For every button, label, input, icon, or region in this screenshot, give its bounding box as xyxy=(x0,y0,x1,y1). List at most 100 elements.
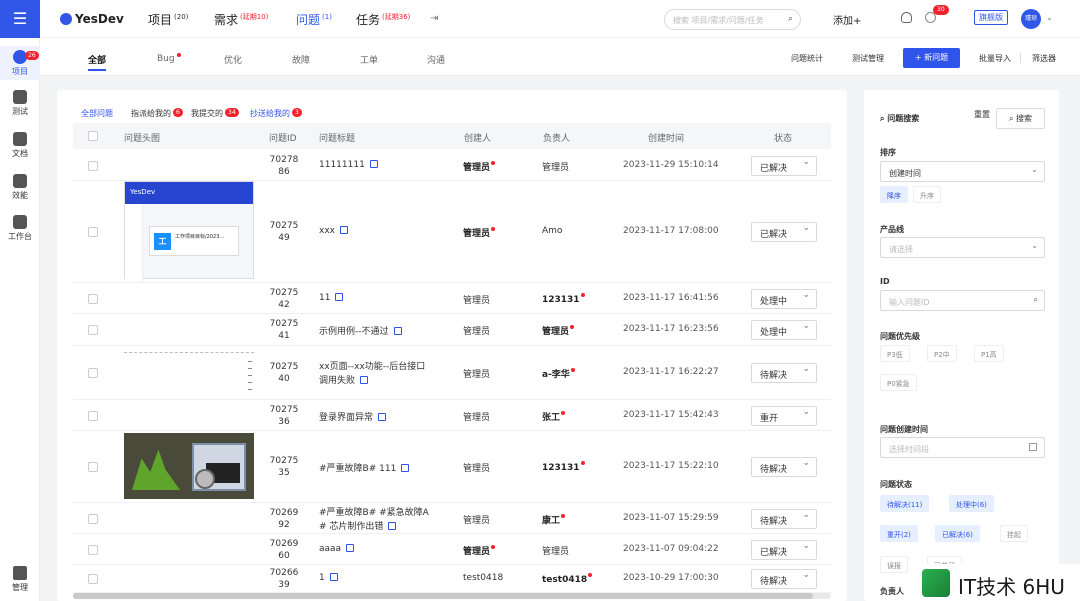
issue-title[interactable]: aaaa xyxy=(319,544,355,554)
avatar[interactable]: 瑾琼 xyxy=(1021,9,1041,29)
table-row[interactable]: 70269 92 #严重故障B# #紧急故障A # 芯片制作出错 管理员 康工 2023-1… xyxy=(73,503,831,534)
issue-title[interactable]: 登录界面异常 xyxy=(319,410,387,423)
select-all-checkbox[interactable] xyxy=(88,131,98,141)
table-row[interactable]: 70275 42 11 管理员 123131 2023-11-17 16:41:56 处理中 xyxy=(73,283,831,314)
status-select[interactable]: 待解决 xyxy=(751,457,817,477)
row-checkbox[interactable] xyxy=(88,411,98,421)
table-row[interactable]: 70275 36 登录界面异常 管理员 张工 2023-11-17 15:42:43 重开 xyxy=(73,400,831,431)
issue-title[interactable]: 11 xyxy=(319,293,344,303)
state-reopened-chip[interactable]: 重开(2) xyxy=(880,525,918,542)
issue-title[interactable]: 1 xyxy=(319,573,338,583)
reset-button[interactable]: 重置 xyxy=(974,109,990,120)
issue-stats-link[interactable]: 问题统计 xyxy=(791,53,823,64)
calendar-icon[interactable] xyxy=(335,293,344,301)
bulk-import-link[interactable]: 批量导入 xyxy=(979,53,1011,64)
priority-p3-chip[interactable]: P3低 xyxy=(880,345,910,362)
filter-cc[interactable]: 抄送给我的 3 xyxy=(250,108,302,119)
add-button[interactable]: 添加+ xyxy=(833,12,861,27)
table-row[interactable]: 70269 60 aaaa 管理员 管理员 2023-11-07 09:04:22 已解决 xyxy=(73,534,831,565)
row-checkbox[interactable] xyxy=(88,325,98,335)
filter-assigned[interactable]: 指派给我的 6 xyxy=(131,108,183,119)
calendar-icon[interactable] xyxy=(360,376,369,384)
status-select[interactable]: 已解决 xyxy=(751,222,817,242)
state-resolved-chip[interactable]: 已解决(6) xyxy=(935,525,980,542)
nav-task[interactable]: 任务 (延期36) xyxy=(356,11,410,28)
status-select[interactable]: 重开 xyxy=(751,406,817,426)
priority-p0-chip[interactable]: P0紧急 xyxy=(880,374,917,391)
table-row[interactable]: 70266 39 1 test0418 test0418 2023-10-29 17:00… xyxy=(73,565,831,593)
status-select[interactable]: 处理中 xyxy=(751,289,817,309)
created-time-picker[interactable]: 选择时间段 xyxy=(880,437,1045,458)
issue-title[interactable]: #严重故障B# #紧急故障A # 芯片制作出错 xyxy=(319,506,429,534)
status-select[interactable]: 待解决 xyxy=(751,509,817,529)
panel-search-button[interactable]: ⌕ 搜索 xyxy=(996,108,1045,129)
tab-optimize[interactable]: 优化 xyxy=(224,53,242,66)
issue-thumbnail[interactable]: YesDev 工工作项目目标/2023... xyxy=(124,181,254,282)
calendar-icon[interactable] xyxy=(388,522,397,530)
product-line-select[interactable]: 请选择 ⌄ xyxy=(880,237,1045,258)
tab-all[interactable]: 全部 xyxy=(88,53,107,71)
status-select[interactable]: 处理中 xyxy=(751,320,817,340)
status-select[interactable]: 待解决 xyxy=(751,363,817,383)
global-search-input[interactable]: 搜索 项目/需求/问题/任务 ⌕ xyxy=(664,9,801,30)
table-row[interactable]: 70275 41 示例用例--不通过 管理员 管理员 2023-11-17 16:23:5… xyxy=(73,314,831,346)
sort-select[interactable]: 创建时间 ⌄ xyxy=(880,161,1045,182)
issue-title[interactable]: 示例用例--不通过 xyxy=(319,324,402,337)
tab-communication[interactable]: 沟通 xyxy=(427,53,445,66)
menu-icon[interactable]: ☰ xyxy=(0,0,40,38)
table-row[interactable]: YesDev 工工作项目目标/2023... 70275 49 xxx 管理员 Amo 202… xyxy=(73,181,831,283)
horizontal-scrollbar[interactable] xyxy=(73,593,831,599)
chevron-down-icon[interactable]: ⌄ xyxy=(1046,13,1053,22)
nav-requirement[interactable]: 需求 (延期10) xyxy=(214,11,268,28)
state-suspended-chip[interactable]: 挂起 xyxy=(1000,525,1028,542)
issue-thumbnail[interactable] xyxy=(124,352,254,394)
row-checkbox[interactable] xyxy=(88,227,98,237)
calendar-icon[interactable] xyxy=(393,327,402,335)
issue-title[interactable]: xx页面--xx功能--后台接口 调用失败 xyxy=(319,360,425,388)
row-checkbox[interactable] xyxy=(88,514,98,524)
calendar-icon[interactable] xyxy=(339,226,348,234)
exit-icon[interactable]: ⇥ xyxy=(430,13,438,24)
scroll-thumb[interactable] xyxy=(73,593,813,599)
status-select[interactable]: 已解决 xyxy=(751,540,817,560)
row-checkbox[interactable] xyxy=(88,462,98,472)
sidebar-item-manage[interactable]: 管理 xyxy=(0,566,40,593)
row-checkbox[interactable] xyxy=(88,574,98,584)
table-row[interactable]: 70278 86 11111111 管理员 管理员 2023-11-29 15:10:14… xyxy=(73,150,831,181)
state-processing-chip[interactable]: 处理中(6) xyxy=(949,495,994,512)
sidebar-item-workbench[interactable]: 工作台 xyxy=(0,215,40,242)
sort-desc-chip[interactable]: 降序 xyxy=(880,186,908,203)
issue-id-input[interactable]: 输入问题ID ⌕ xyxy=(880,290,1045,311)
calendar-icon[interactable] xyxy=(401,464,410,472)
calendar-icon[interactable] xyxy=(378,413,387,421)
filter-link[interactable]: 筛选器 xyxy=(1032,53,1056,64)
nav-project[interactable]: 项目 (20) xyxy=(148,11,188,28)
calendar-icon[interactable] xyxy=(346,544,355,552)
calendar-icon[interactable] xyxy=(329,573,338,581)
priority-p2-chip[interactable]: P2中 xyxy=(927,345,957,362)
sidebar-item-project[interactable]: 项目 26 xyxy=(0,46,40,80)
tab-fault[interactable]: 故障 xyxy=(292,53,310,66)
test-management-link[interactable]: 测试管理 xyxy=(852,53,884,64)
sidebar-item-docs[interactable]: 文档 xyxy=(0,132,40,159)
table-row[interactable]: 70275 35 #严重故障B# 111 管理员 123131 2023-11-17 15… xyxy=(73,431,831,503)
table-row[interactable]: 70275 40 xx页面--xx功能--后台接口 调用失败 管理员 a-李华 2023-1… xyxy=(73,346,831,400)
calendar-icon[interactable] xyxy=(369,160,378,168)
filter-all[interactable]: 全部问题 xyxy=(81,108,113,119)
issue-title[interactable]: 11111111 xyxy=(319,160,378,170)
tab-ticket[interactable]: 工单 xyxy=(360,53,378,66)
row-checkbox[interactable] xyxy=(88,368,98,378)
new-issue-button[interactable]: + 新问题 xyxy=(903,48,960,68)
nav-issue[interactable]: 问题 (1) xyxy=(296,11,332,28)
tab-bug[interactable]: Bug xyxy=(157,53,181,64)
status-select[interactable]: 待解决 xyxy=(751,569,817,589)
sidebar-item-test[interactable]: 测试 xyxy=(0,90,40,117)
row-checkbox[interactable] xyxy=(88,545,98,555)
filter-submitted[interactable]: 我提交的 34 xyxy=(191,108,239,119)
sidebar-item-efficiency[interactable]: 效能 xyxy=(0,174,40,201)
state-false-report-chip[interactable]: 误报 xyxy=(880,556,908,573)
status-select[interactable]: 已解决 xyxy=(751,156,817,176)
row-checkbox[interactable] xyxy=(88,294,98,304)
app-logo[interactable]: YesDev xyxy=(60,12,124,26)
sort-asc-chip[interactable]: 升序 xyxy=(913,186,941,203)
